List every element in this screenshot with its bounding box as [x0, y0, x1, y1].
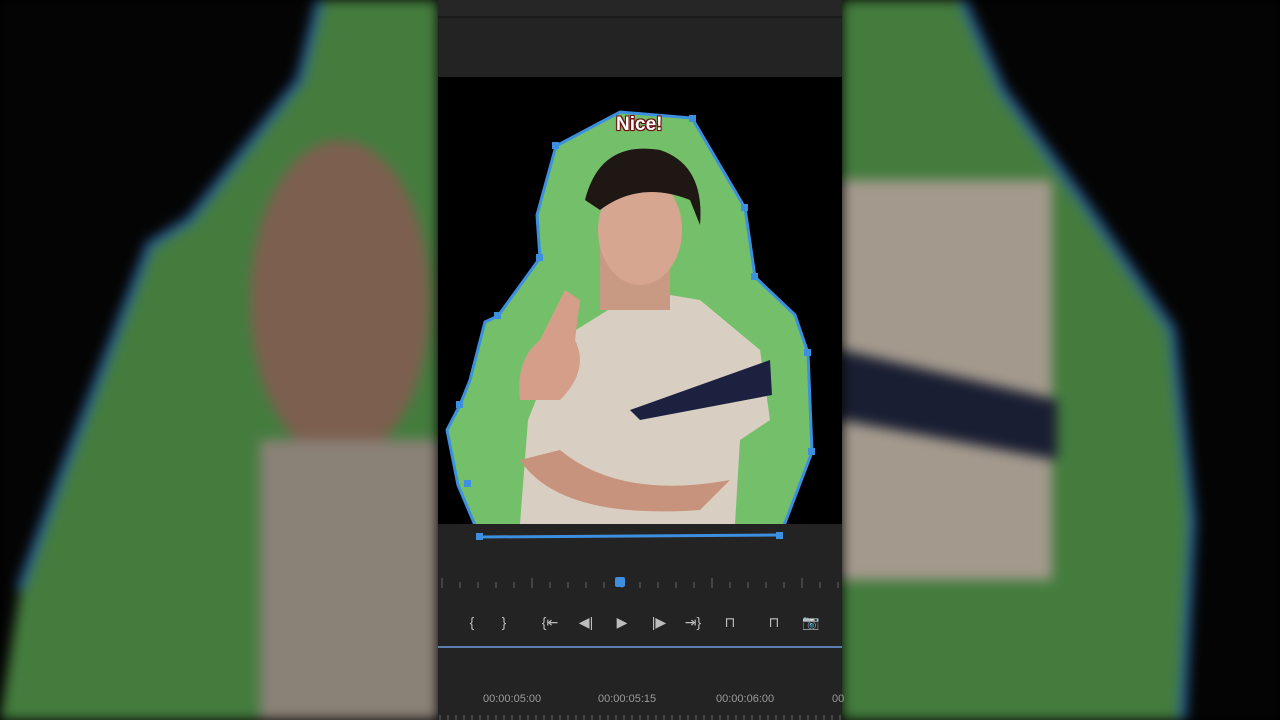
caption-text: Nice!: [616, 114, 663, 135]
step-back-button[interactable]: ◀|: [574, 606, 598, 638]
step-forward-button[interactable]: |▶: [647, 606, 671, 638]
mask-bottom: [438, 524, 842, 540]
overwrite-button[interactable]: ⊓: [762, 606, 786, 638]
playhead[interactable]: [615, 577, 625, 587]
export-frame-button[interactable]: 📷: [799, 606, 823, 638]
timeline-ruler[interactable]: [438, 712, 842, 720]
timecode-label: 00:00:05:15: [598, 693, 657, 705]
timecode-label: 00: [832, 693, 845, 705]
timecode-label: 00:00:06:00: [716, 693, 775, 705]
mask-overlay: [445, 110, 815, 524]
blurred-background-right: [842, 0, 1280, 720]
blurred-background-left: [0, 0, 438, 720]
program-monitor-panel: Nice! {} {⇤ ◀| ▶ |▶ ⇥} ⊓ ⊓ 📷 00:00:05:00 00:00:0…: [438, 0, 845, 720]
go-to-in-button[interactable]: {⇤: [538, 606, 562, 638]
playback-ruler[interactable]: [438, 570, 842, 592]
timecode-label: 00:00:05:00: [483, 693, 542, 705]
go-to-out-button[interactable]: ⇥}: [681, 606, 705, 638]
insert-button[interactable]: ⊓: [718, 606, 742, 638]
panel-header: [438, 0, 842, 18]
video-viewer[interactable]: Nice!: [438, 77, 842, 524]
mark-in-button[interactable]: {: [460, 606, 484, 638]
play-button[interactable]: ▶: [610, 606, 634, 638]
transport-controls: {} {⇤ ◀| ▶ |▶ ⇥} ⊓ ⊓ 📷: [438, 606, 842, 638]
timeline-divider: [438, 646, 842, 648]
mark-out-button[interactable]: }: [492, 606, 516, 638]
